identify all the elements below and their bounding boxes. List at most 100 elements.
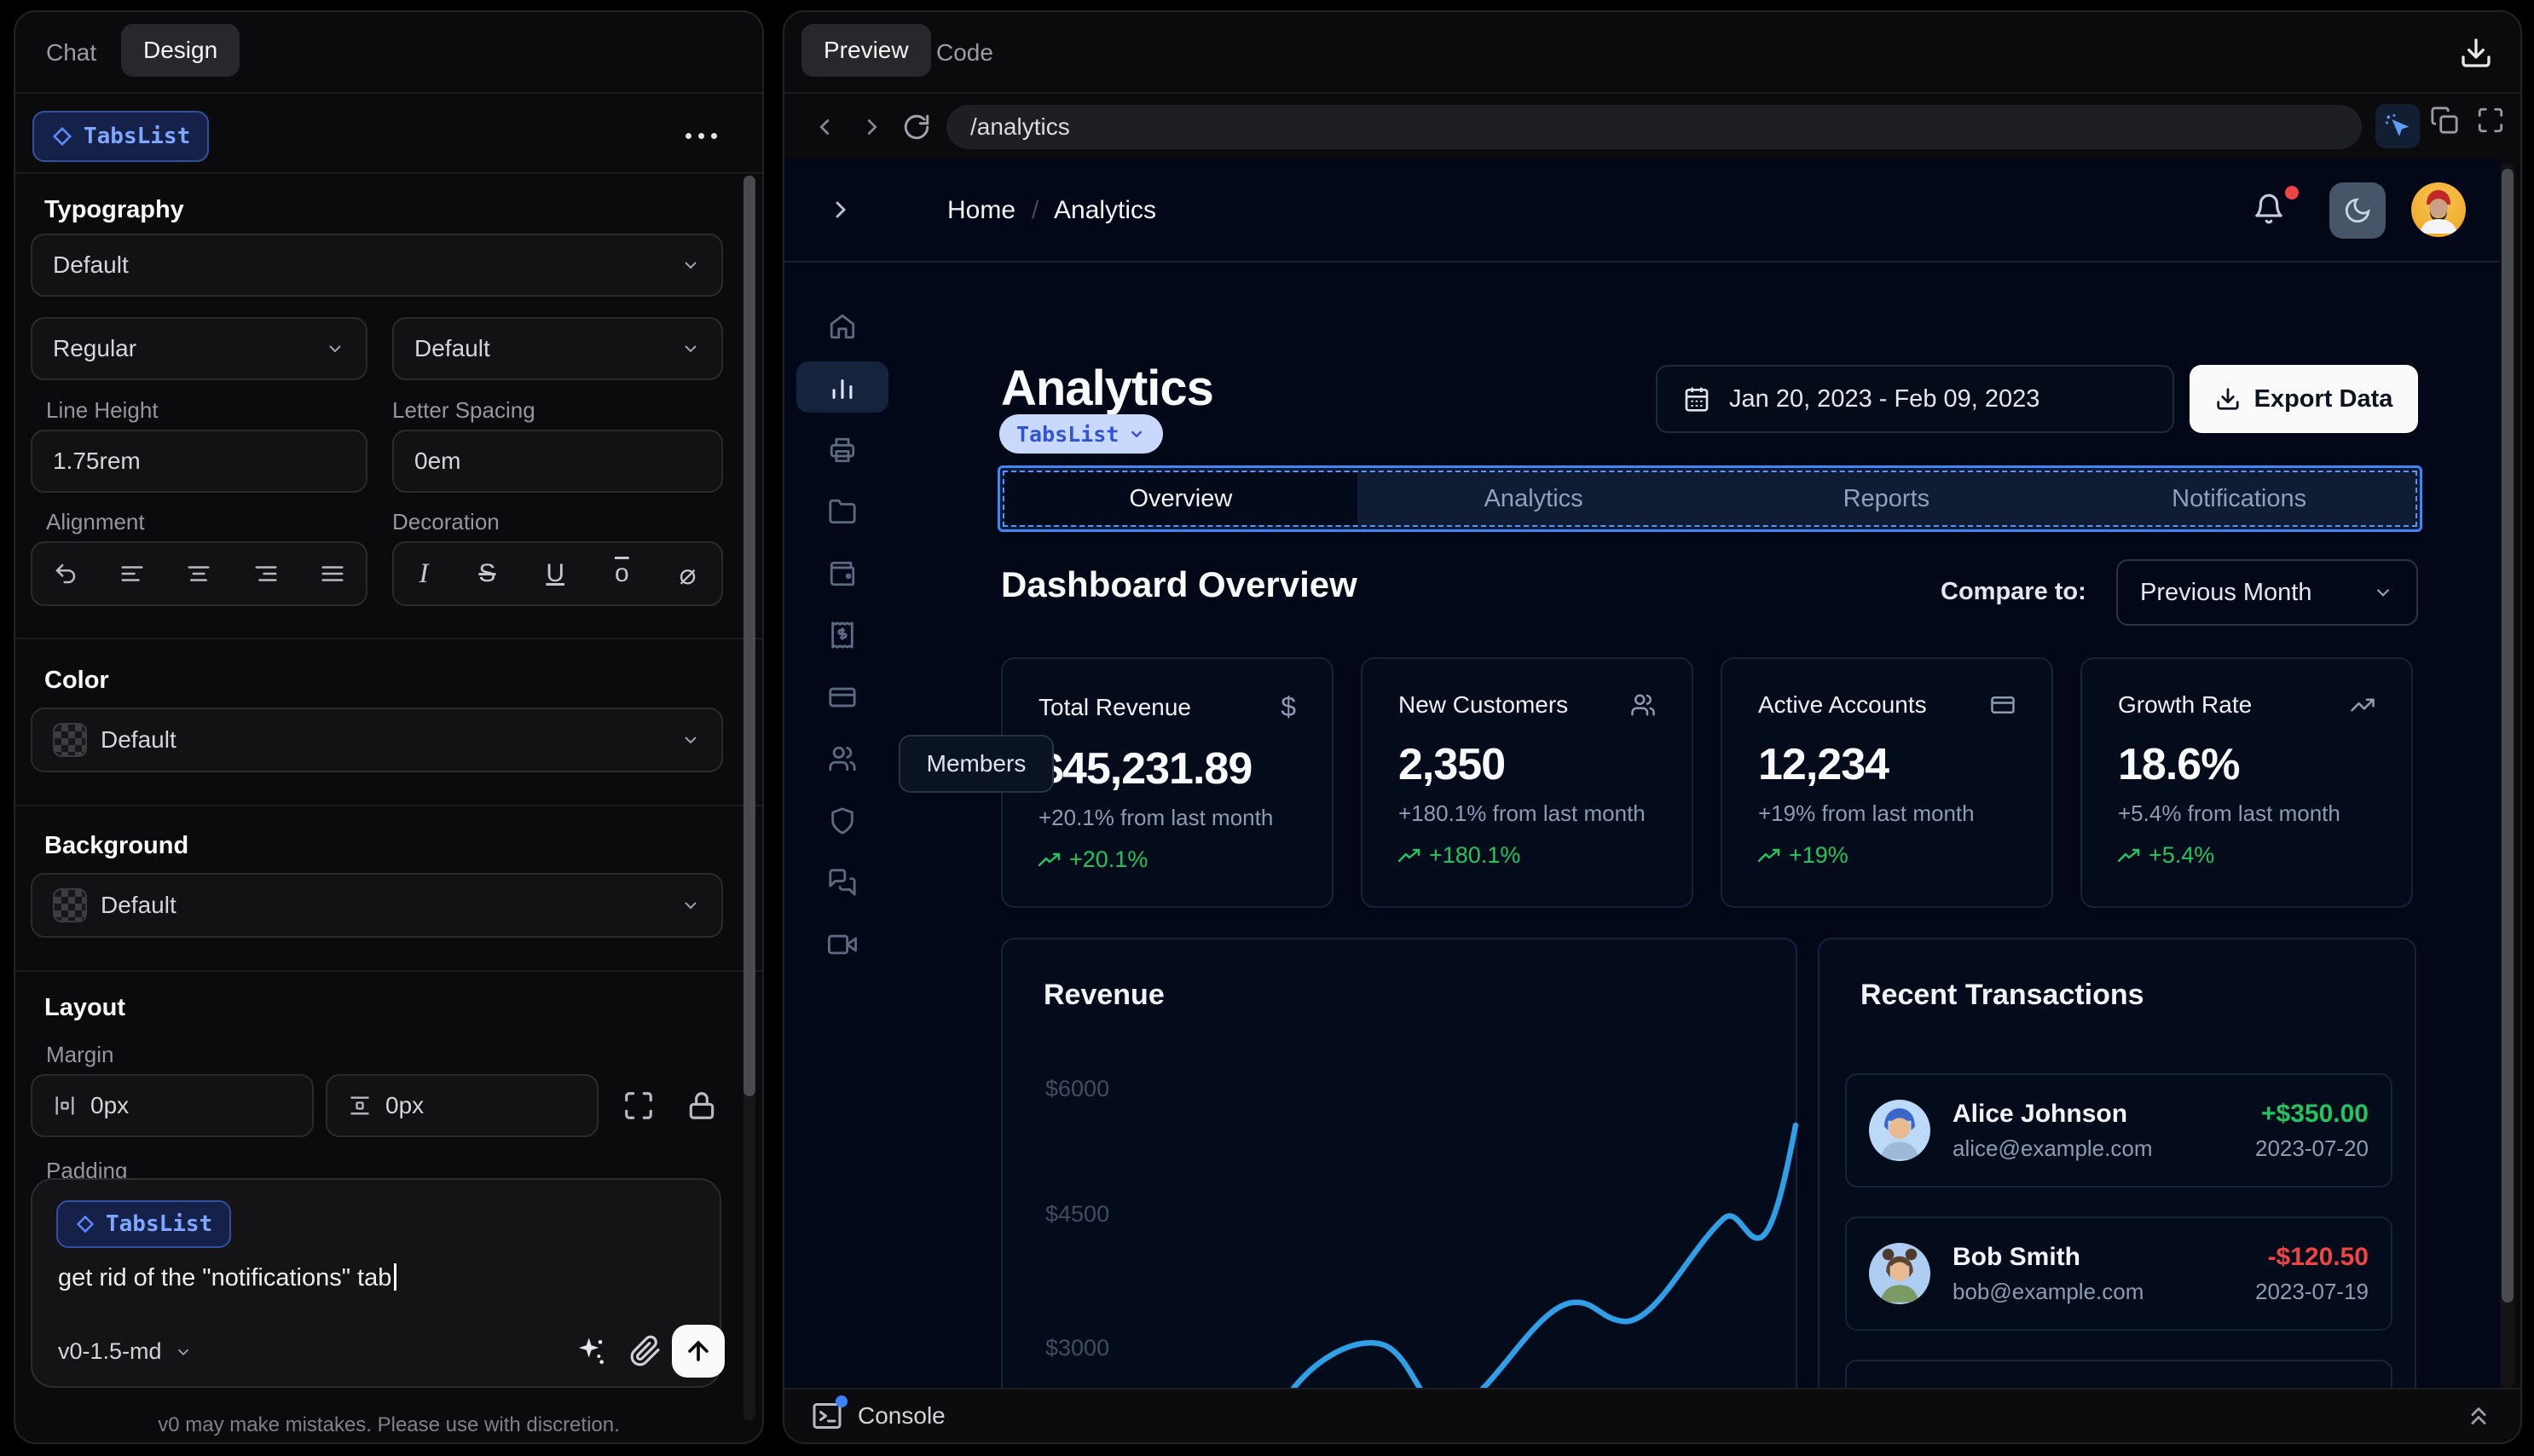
breadcrumb-separator: / (1032, 196, 1039, 224)
selected-component-chip[interactable]: TabsList (32, 111, 210, 162)
margin-lock-icon[interactable] (686, 1089, 718, 1122)
copy-icon[interactable] (2430, 106, 2459, 135)
left-panel-scrollbar-thumb[interactable] (743, 176, 755, 1096)
margin-label: Margin (46, 1042, 114, 1067)
chevron-down-icon (177, 1349, 188, 1355)
nav-back-icon[interactable] (812, 114, 837, 140)
stat-subtext: +19% from last month (1758, 800, 1975, 826)
tab-analytics[interactable]: Analytics (1357, 472, 1710, 525)
enhance-sparkles-icon[interactable] (575, 1335, 609, 1369)
underline-icon[interactable]: U (546, 559, 564, 588)
transactions-card: Recent Transactions Alice Johnson alice@… (1818, 938, 2416, 1391)
margin-expand-icon[interactable] (622, 1089, 655, 1122)
more-menu-icon[interactable] (686, 133, 717, 139)
selected-element-chip[interactable]: TabsList (999, 414, 1164, 454)
stat-title: Total Revenue (1038, 693, 1192, 720)
align-left-icon[interactable] (119, 561, 145, 586)
user-avatar[interactable] (2411, 182, 2466, 237)
date-range-button[interactable]: Jan 20, 2023 - Feb 09, 2023 (1656, 365, 2174, 433)
sidebar-receipt-icon[interactable] (828, 621, 857, 650)
overline-icon[interactable]: o (615, 559, 629, 588)
strikethrough-icon[interactable]: S (478, 559, 495, 588)
background-swatch (53, 888, 87, 922)
sidebar-messages-icon[interactable] (828, 868, 857, 897)
undo-icon[interactable] (53, 561, 78, 586)
font-weight-select[interactable]: Regular (31, 317, 367, 380)
sidebar-shield-icon[interactable] (828, 806, 857, 835)
letter-spacing-input[interactable]: 0em (392, 430, 723, 493)
avatar (1869, 1100, 1930, 1161)
tab-notifications[interactable]: Notifications (2062, 472, 2415, 525)
prompt-composer[interactable]: TabsList get rid of the "notifications" … (31, 1178, 725, 1388)
align-right-icon[interactable] (253, 561, 279, 586)
sidebar-wallet-icon[interactable] (828, 559, 857, 588)
dark-mode-toggle[interactable] (2329, 182, 2386, 239)
chevron-down-icon (685, 737, 697, 744)
stat-trend: +20.1% (1069, 846, 1148, 872)
font-family-select[interactable]: Default (31, 234, 723, 297)
composer-component-chip[interactable]: TabsList (56, 1200, 232, 1248)
italic-icon[interactable]: I (419, 558, 428, 590)
sidebar-video-icon[interactable] (828, 930, 857, 959)
align-center-icon[interactable] (186, 561, 211, 586)
tab-reports[interactable]: Reports (1710, 472, 2063, 525)
sidebar-home-icon[interactable] (828, 312, 857, 341)
refresh-icon[interactable] (902, 113, 931, 142)
sidebar-users-icon[interactable] (828, 744, 857, 773)
export-data-button[interactable]: Export Data (2190, 365, 2418, 433)
section-title: Dashboard Overview (1001, 564, 1357, 604)
sidebar-credit-card-icon[interactable] (828, 683, 857, 712)
margin-horizontal-icon (55, 1096, 74, 1115)
sidebar-expand-icon[interactable] (827, 196, 854, 223)
nav-forward-icon[interactable] (859, 114, 885, 140)
sidebar-invoice-icon[interactable] (828, 436, 857, 465)
trending-up-icon (2351, 698, 2375, 712)
chevron-down-icon (329, 345, 341, 353)
sidebar-bar-chart-icon[interactable] (828, 373, 857, 402)
sidebar-folder-icon[interactable] (828, 497, 857, 526)
design-inspect-button[interactable] (2375, 104, 2420, 148)
no-decoration-icon[interactable]: ⌀ (680, 558, 697, 591)
background-select[interactable]: Default (31, 873, 723, 938)
line-height-label: Line Height (46, 397, 159, 423)
credit-card-icon (1991, 696, 2015, 714)
tab-design[interactable]: Design (121, 24, 240, 77)
url-value: /analytics (970, 113, 1070, 140)
model-select[interactable]: v0-1.5-md (58, 1338, 193, 1365)
send-button[interactable] (672, 1325, 725, 1378)
breadcrumb-current[interactable]: Analytics (1054, 196, 1156, 225)
color-value: Default (101, 726, 176, 753)
console-icon-wrap (812, 1395, 848, 1431)
download-icon[interactable] (2459, 36, 2493, 70)
stat-card-growth-rate: Growth Rate 18.6% +5.4% from last month … (2080, 657, 2413, 908)
margin-y-input[interactable]: 0px (326, 1074, 599, 1137)
tab-code[interactable]: Code (936, 39, 993, 66)
attachment-paperclip-icon[interactable] (629, 1335, 662, 1367)
margin-x-input[interactable]: 0px (31, 1074, 314, 1137)
url-input[interactable]: /analytics (946, 105, 2362, 149)
revenue-card-title: Revenue (1044, 979, 1165, 1011)
console-bar[interactable]: Console (784, 1388, 2520, 1442)
tab-chat[interactable]: Chat (46, 39, 96, 66)
compare-select[interactable]: Previous Month (2116, 559, 2418, 626)
transaction-row[interactable]: Bob Smith bob@example.com -$120.50 2023-… (1845, 1216, 2392, 1331)
transaction-identity: Alice Johnson alice@example.com (1953, 1100, 2152, 1162)
color-select[interactable]: Default (31, 708, 723, 772)
background-value: Default (101, 892, 176, 918)
prompt-input[interactable]: get rid of the "notifications" tab (58, 1263, 397, 1292)
fullscreen-icon[interactable] (2476, 106, 2505, 135)
component-diamond-icon (76, 1215, 95, 1234)
typography-heading: Typography (44, 196, 184, 223)
bell-icon[interactable] (2253, 193, 2285, 225)
preview-scrollbar-thumb[interactable] (2502, 169, 2514, 1303)
align-justify-icon[interactable] (320, 561, 345, 586)
font-size-select[interactable]: Default (392, 317, 723, 380)
tab-preview[interactable]: Preview (801, 24, 931, 77)
line-height-input[interactable]: 1.75rem (31, 430, 367, 493)
breadcrumb-home[interactable]: Home (947, 196, 1015, 225)
divider (15, 970, 762, 972)
transaction-row-partial[interactable] (1845, 1360, 2392, 1391)
transaction-row[interactable]: Alice Johnson alice@example.com +$350.00… (1845, 1073, 2392, 1187)
chevrons-up-icon[interactable] (2464, 1401, 2493, 1430)
tab-overview[interactable]: Overview (1004, 472, 1357, 525)
